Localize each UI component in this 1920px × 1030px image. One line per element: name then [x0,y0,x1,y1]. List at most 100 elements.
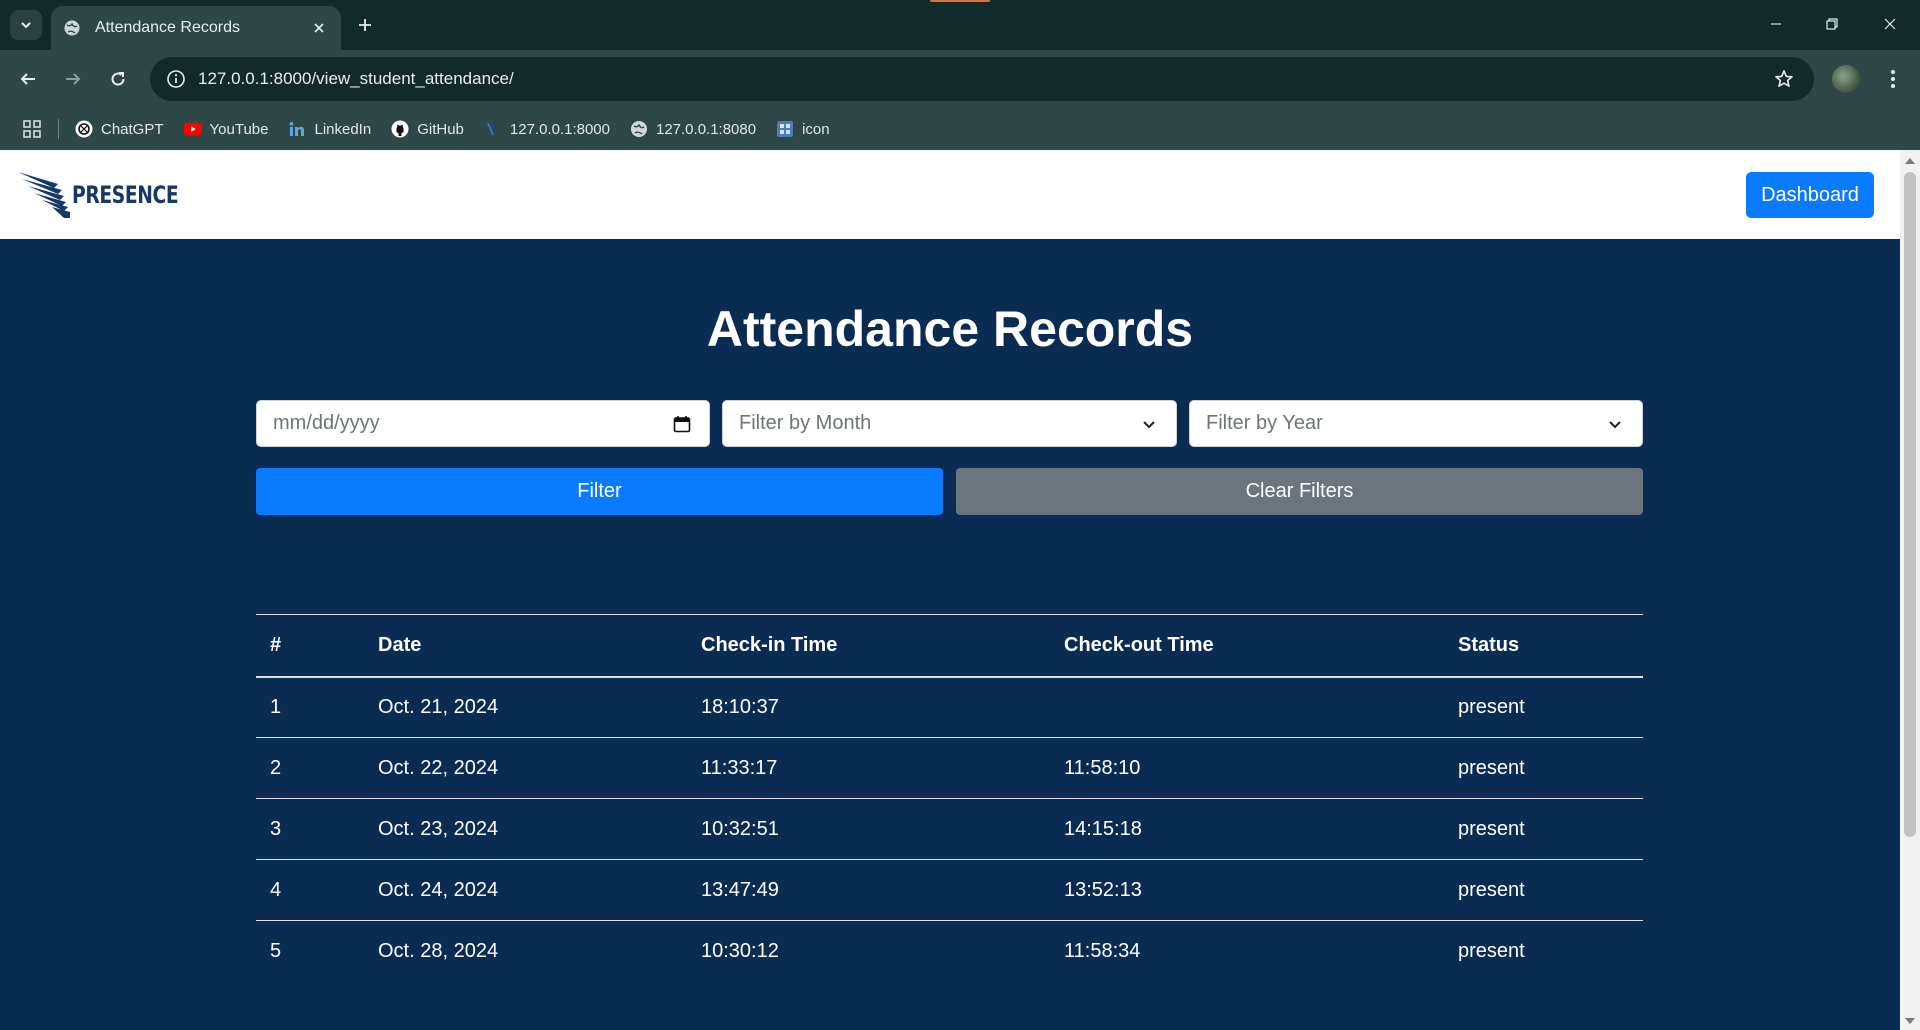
restore-button[interactable] [1814,8,1850,40]
bookmarks-separator [58,119,59,139]
bookmark-label: LinkedIn [314,120,372,138]
reload-button[interactable] [101,62,135,96]
column-header-check-out: Check-out Time [1064,633,1214,656]
bookmark-label: GitHub [417,120,464,138]
forward-button[interactable] [56,62,90,96]
minimize-button[interactable] [1758,8,1794,40]
top-navbar: PRESENCE Dashboard [0,150,1900,239]
apps-grid-icon[interactable] [20,117,44,141]
more-vert-icon [1891,70,1895,88]
globe-icon [630,120,648,138]
row-check-in: 13:47:49 [701,878,779,901]
row-number: 4 [270,878,282,901]
attendance-table: # Date Check-in Time Check-out Time Stat… [256,614,1643,982]
tab-search-button[interactable] [10,10,42,40]
row-check-out [1050,677,1444,738]
youtube-icon [183,120,202,138]
row-check-in: 10:30:12 [701,939,779,962]
row-date: Oct. 21, 2024 [378,695,499,718]
table-row: 5 Oct. 28, 2024 10:30:12 11:58:34 presen… [256,921,1643,982]
row-status: present [1458,756,1525,779]
django-icon [484,120,502,138]
row-number: 1 [270,695,282,718]
row-check-out: 11:58:34 [1064,939,1141,962]
chevron-down-icon [21,22,31,29]
table-header-row: # Date Check-in Time Check-out Time Stat… [256,614,1643,677]
row-status: present [1458,878,1525,901]
bookmark-localhost-8080[interactable]: 127.0.0.1:8080 [630,120,756,138]
scroll-down-arrow-icon[interactable] [1905,1018,1915,1024]
row-date: Oct. 24, 2024 [378,878,499,901]
row-date: Oct. 22, 2024 [378,756,499,779]
scroll-up-arrow-icon[interactable] [1905,158,1915,164]
linkedin-icon [288,120,307,138]
month-filter-select[interactable]: Filter by Month [722,400,1177,447]
close-tab-icon[interactable] [309,18,329,38]
bookmark-chatgpt[interactable]: ChatGPT [75,120,164,138]
chevron-down-icon [1138,413,1160,435]
browser-tab-active[interactable]: Attendance Records [51,6,341,50]
clear-filters-button[interactable]: Clear Filters [956,468,1643,515]
row-check-out: 11:58:10 [1064,756,1141,779]
page-title: Attendance Records [706,301,1194,357]
month-placeholder: Filter by Month [739,412,872,434]
year-filter-select[interactable]: Filter by Year [1189,400,1643,447]
bookmark-linkedin[interactable]: LinkedIn [288,120,371,138]
dashboard-button[interactable]: Dashboard [1746,172,1874,218]
page-content: PRESENCE Dashboard Attendance Records mm… [0,150,1900,1030]
column-header-date: Date [378,633,422,656]
row-check-out: 13:52:13 [1064,878,1142,901]
bookmarks-bar: ChatGPT YouTube LinkedIn GitHub 127.0.0.… [0,108,1920,150]
year-placeholder: Filter by Year [1206,412,1323,434]
site-info-icon[interactable] [164,67,188,91]
plus-icon [359,19,371,31]
close-icon [1884,18,1896,30]
row-check-in: 10:32:51 [701,817,779,840]
row-check-out: 14:15:18 [1064,817,1142,840]
chevron-down-icon [1604,413,1626,435]
back-button[interactable] [11,62,45,96]
image-icon [776,120,794,138]
bookmark-github[interactable]: GitHub [391,120,464,138]
arrow-left-icon [20,73,35,85]
bookmark-star-icon[interactable] [1766,61,1802,97]
scrollbar-thumb[interactable] [1904,172,1916,837]
restore-icon [1826,18,1838,30]
date-placeholder: mm/dd/yyyy [273,412,380,434]
page-scrollbar[interactable] [1900,150,1920,1030]
browser-toolbar: 127.0.0.1:8000/view_student_attendance/ [0,50,1920,108]
date-filter-input[interactable]: mm/dd/yyyy [256,400,710,447]
presence-logo[interactable]: PRESENCE [18,170,208,220]
filter-button[interactable]: Filter [256,468,943,515]
row-status: present [1458,939,1525,962]
bookmark-label: 127.0.0.1:8080 [655,120,757,138]
row-status: present [1458,695,1525,718]
browser-menu-button[interactable] [1880,64,1906,94]
column-header-check-in: Check-in Time [701,633,838,656]
bookmark-icon[interactable]: icon [776,120,830,138]
url-text[interactable]: 127.0.0.1:8000/view_student_attendance/ [198,69,1766,89]
bookmark-youtube[interactable]: YouTube [183,120,268,138]
row-check-in: 18:10:37 [701,695,779,718]
new-tab-button[interactable] [352,12,378,38]
row-number: 3 [270,817,282,840]
tab-title: Attendance Records [95,19,240,36]
bookmark-label: icon [802,120,830,138]
calendar-icon[interactable] [671,413,693,435]
wing-logo-icon [18,172,70,218]
chatgpt-icon [75,120,93,138]
column-header-status: Status [1458,633,1520,656]
bookmark-localhost-8000[interactable]: 127.0.0.1:8000 [484,120,610,138]
row-status: present [1458,817,1525,840]
row-date: Oct. 23, 2024 [378,817,499,840]
bookmark-label: ChatGPT [101,120,164,138]
github-icon [391,120,409,138]
address-bar[interactable]: 127.0.0.1:8000/view_student_attendance/ [150,57,1814,101]
profile-avatar[interactable] [1832,65,1860,93]
row-date: Oct. 28, 2024 [378,939,499,962]
close-window-button[interactable] [1872,8,1908,40]
globe-icon [63,19,81,37]
table-row: 2 Oct. 22, 2024 11:33:17 11:58:10 presen… [256,738,1643,799]
table-row: 3 Oct. 23, 2024 10:32:51 14:15:18 presen… [256,799,1643,860]
arrow-right-icon [66,73,81,85]
